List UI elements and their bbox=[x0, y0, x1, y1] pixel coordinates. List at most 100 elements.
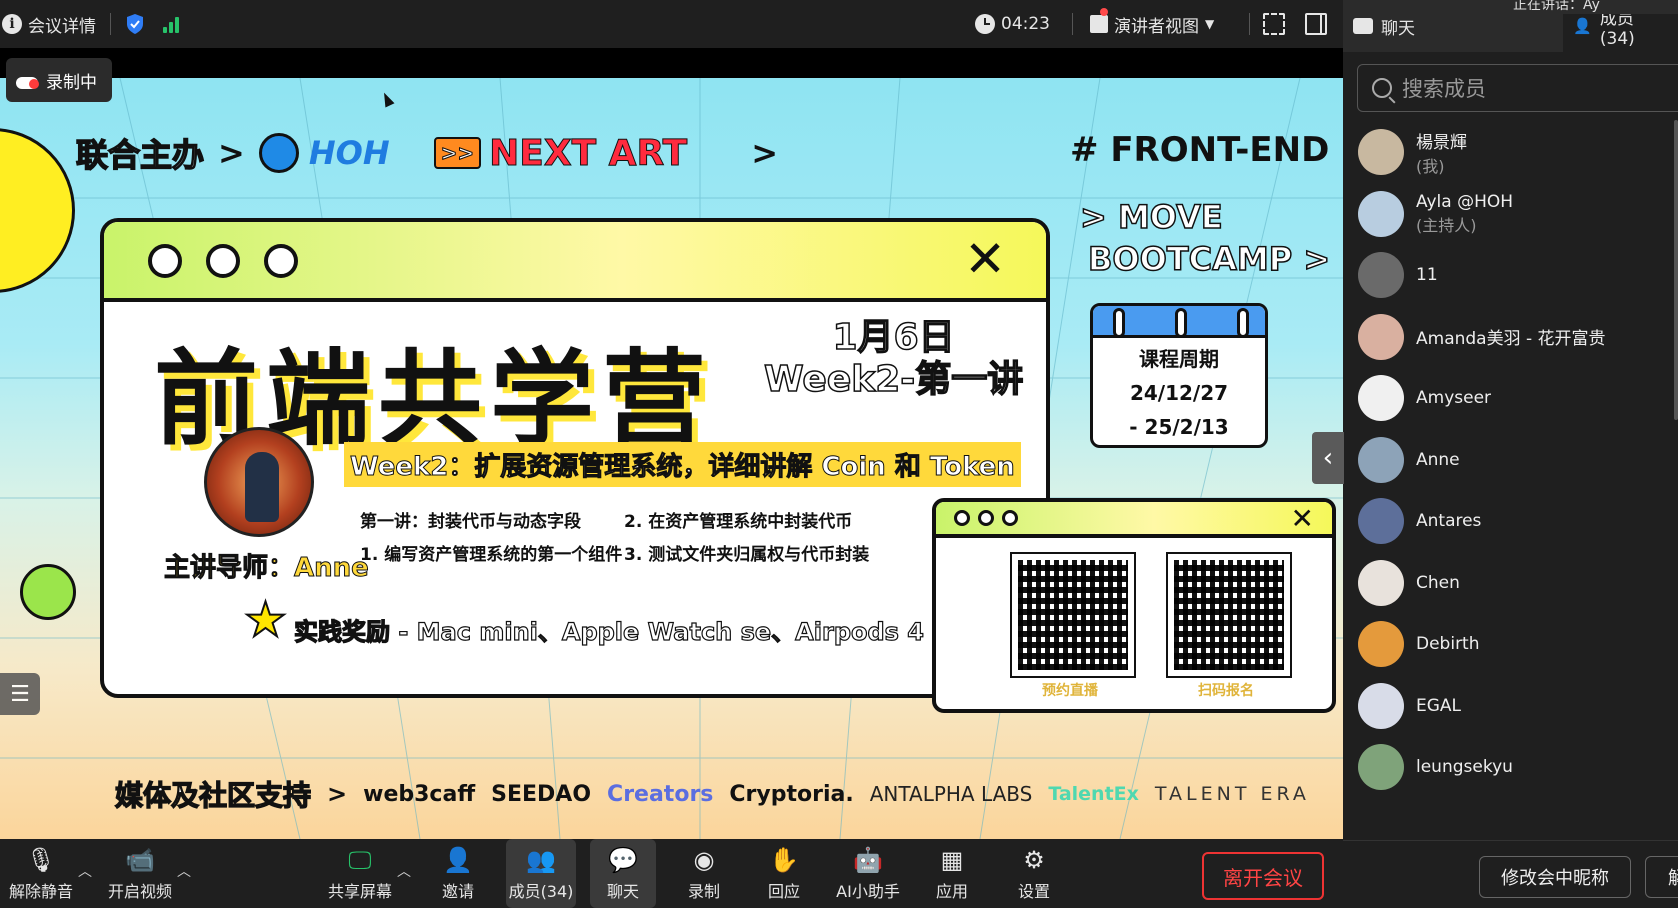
react-icon: ✋ bbox=[769, 845, 799, 874]
search-members-input[interactable]: 搜索成员 bbox=[1357, 64, 1678, 112]
teacher-label: 主讲导师：Anne bbox=[164, 553, 370, 584]
unmute-all-button[interactable]: 解 bbox=[1645, 856, 1678, 898]
member-row[interactable]: 楊景輝 (我) bbox=[1358, 122, 1678, 182]
chevron-up-icon[interactable]: ︿ bbox=[177, 861, 191, 881]
member-text: Amanda美羽 - 花开富贵 bbox=[1416, 324, 1606, 349]
video-off-icon: 📹 bbox=[125, 845, 155, 874]
qr-window-card: ✕ 预约直播 扫码报名 bbox=[932, 498, 1336, 713]
circle-icon bbox=[978, 510, 994, 526]
members-button[interactable]: 👥 成员(34) bbox=[506, 839, 576, 908]
member-name: Debirth bbox=[1416, 634, 1480, 654]
top-bar: i 会议详情 04:23 演讲者视图 ▼ bbox=[0, 0, 1343, 48]
media-label: 媒体及社区支持 bbox=[114, 778, 312, 812]
close-icon: ✕ bbox=[1290, 502, 1314, 535]
calendar-ring-icon bbox=[1237, 308, 1249, 338]
recording-indicator[interactable]: 录制中 bbox=[6, 58, 112, 102]
meeting-info-button[interactable]: i 会议详情 bbox=[2, 12, 96, 37]
calendar-text: 课程周期 24/12/27 - 25/2/13 bbox=[1093, 338, 1265, 444]
members-label: 成员(34) bbox=[508, 881, 574, 901]
apps-icon: ▦ bbox=[940, 845, 964, 874]
window-titlebar: ✕ bbox=[104, 222, 1046, 302]
shield-icon[interactable] bbox=[125, 13, 145, 35]
rename-button[interactable]: 修改会中昵称 bbox=[1479, 856, 1631, 898]
lecture-item: 1. 编写资产管理系统的第一个组件 bbox=[360, 545, 623, 565]
arrow-icon: > bbox=[1079, 197, 1118, 237]
apps-button[interactable]: ▦ 应用 bbox=[924, 839, 980, 908]
start-video-label: 开启视频 bbox=[107, 881, 172, 901]
meeting-app: i 会议详情 04:23 演讲者视图 ▼ 录制中 联合主办 > HOH >> N… bbox=[0, 0, 1678, 908]
member-row[interactable]: Ayla @HOH (主持人) bbox=[1358, 184, 1678, 244]
slide-header: 联合主办 > HOH >> NEXT ART > bbox=[75, 130, 778, 176]
member-text: Antares bbox=[1416, 511, 1481, 531]
avatar bbox=[1358, 682, 1404, 729]
apps-label: 应用 bbox=[935, 881, 968, 901]
member-row[interactable]: 11 bbox=[1358, 245, 1678, 305]
chevron-up-icon[interactable]: ︿ bbox=[397, 861, 411, 881]
main-window-card: ✕ 前端共学营 1月6日 Week2-第一讲 Week2：扩展资源管理系统，详细… bbox=[100, 218, 1050, 698]
member-name: Amyseer bbox=[1416, 388, 1492, 408]
calendar-ring-icon bbox=[1175, 308, 1187, 338]
member-row[interactable]: Anne bbox=[1358, 430, 1678, 490]
speaker-view-label: 演讲者视图 bbox=[1114, 16, 1199, 37]
react-button[interactable]: ✋ 回应 bbox=[756, 839, 812, 908]
divider bbox=[1249, 13, 1250, 35]
calendar-start: 24/12/27 bbox=[1129, 381, 1229, 405]
qr-label-live: 预约直播 bbox=[1042, 683, 1098, 699]
avatar bbox=[1358, 190, 1404, 237]
start-video-button[interactable]: 📹 开启视频 bbox=[104, 839, 176, 908]
member-name: 楊景輝 bbox=[1416, 132, 1467, 153]
circle-icon bbox=[1002, 510, 1018, 526]
unmute-label: 解除静音 bbox=[8, 881, 73, 901]
avatar bbox=[1358, 129, 1404, 175]
member-row[interactable]: Amyseer bbox=[1358, 368, 1678, 428]
qr-label-register: 扫码报名 bbox=[1198, 683, 1254, 699]
divider bbox=[1072, 13, 1073, 35]
sponsor-logo: web3caff bbox=[363, 781, 476, 807]
member-text: Amyseer bbox=[1416, 388, 1491, 408]
lecture-item: 3. 测试文件夹归属权与代币封装 bbox=[624, 545, 870, 565]
network-signal-icon[interactable] bbox=[163, 15, 179, 33]
member-row[interactable]: leungsekyu bbox=[1358, 737, 1678, 797]
add-user-icon: 👤 bbox=[443, 845, 473, 874]
speaker-view-dropdown[interactable]: 演讲者视图 ▼ bbox=[1090, 7, 1214, 37]
record-button[interactable]: ◉ 录制 bbox=[676, 839, 732, 908]
meeting-timer: 04:23 bbox=[975, 14, 1050, 34]
avatar bbox=[1358, 498, 1404, 544]
timer-label: 04:23 bbox=[1001, 14, 1050, 34]
member-row[interactable]: Chen bbox=[1358, 553, 1678, 613]
chevron-left-icon[interactable]: ‹ bbox=[1312, 432, 1344, 484]
invite-button[interactable]: 👤 邀请 bbox=[430, 839, 486, 908]
settings-button[interactable]: ⚙ 设置 bbox=[1006, 839, 1062, 908]
member-row[interactable]: Debirth bbox=[1358, 614, 1678, 674]
share-screen-button[interactable]: 🖵 共享屏幕 bbox=[322, 839, 398, 908]
sponsor-logo: Creators bbox=[607, 781, 714, 807]
muted-mic-icon: 🎙 bbox=[25, 845, 57, 874]
member-row[interactable]: Antares bbox=[1358, 491, 1678, 551]
ai-assistant-icon: 🤖 bbox=[853, 845, 883, 874]
unmute-button[interactable]: 🎙 解除静音 bbox=[6, 839, 76, 908]
arrow-icon: > bbox=[327, 780, 348, 808]
sponsor-logo: ANTALPHA LABS bbox=[869, 782, 1033, 806]
fullscreen-icon[interactable] bbox=[1263, 13, 1285, 35]
record-label: 录制 bbox=[687, 881, 720, 901]
recording-label: 录制中 bbox=[46, 72, 97, 93]
date-label: 1月6日 bbox=[832, 316, 956, 359]
hoh-logo-icon bbox=[258, 133, 299, 173]
list-menu-icon[interactable]: ☰ bbox=[0, 673, 40, 715]
arrow-icon: > bbox=[1292, 239, 1331, 279]
avatar bbox=[1358, 744, 1404, 790]
chevron-up-icon[interactable]: ︿ bbox=[78, 861, 92, 881]
member-role: (我) bbox=[1416, 156, 1445, 176]
ai-assistant-button[interactable]: 🤖 AI小助手 bbox=[832, 839, 904, 908]
member-row[interactable]: EGAL bbox=[1358, 676, 1678, 736]
member-text: 楊景輝 (我) bbox=[1416, 128, 1467, 177]
notification-dot bbox=[1100, 7, 1108, 16]
scrollbar[interactable] bbox=[1674, 120, 1678, 420]
front-end-tag: # FRONT-END bbox=[1070, 130, 1330, 170]
sidebar-toggle-icon[interactable] bbox=[1305, 13, 1327, 35]
chat-button[interactable]: 💬 聊天 bbox=[590, 839, 656, 908]
member-row[interactable]: Amanda美羽 - 花开富贵 bbox=[1358, 307, 1678, 367]
week-lecture-label: Week2-第一讲 bbox=[763, 358, 1024, 401]
media-support-row: 媒体及社区支持 > web3caff SEEDAO Creators Crypt… bbox=[114, 774, 1310, 814]
leave-meeting-button[interactable]: 离开会议 bbox=[1202, 852, 1324, 900]
